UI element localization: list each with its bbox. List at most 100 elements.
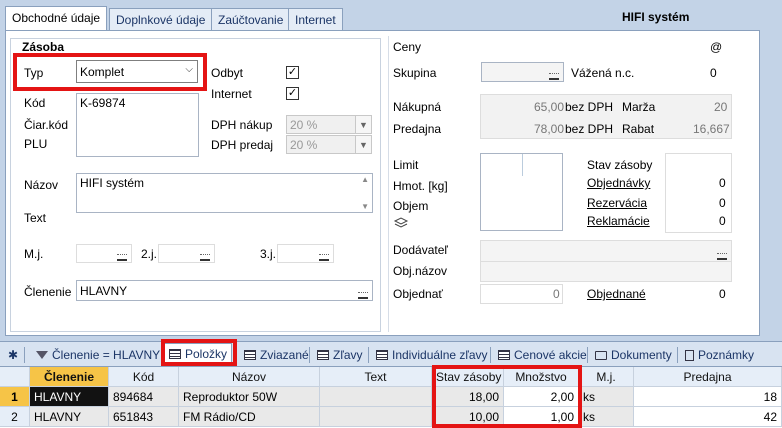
tab-individualne-zlavy[interactable]: Individuálne zľavy	[372, 345, 492, 365]
lookup-icon[interactable]	[355, 282, 371, 299]
rezervacia-link[interactable]: Rezervácia	[587, 196, 647, 210]
dph-predaj-select[interactable]: 20 % ▼	[286, 135, 372, 154]
dph-nakup-select[interactable]: 20 % ▼	[286, 115, 372, 134]
typ-label: Typ	[24, 66, 44, 80]
table-cell[interactable]: ks	[579, 407, 634, 427]
obj-nazov-label: Obj.názov	[393, 264, 448, 278]
stack-icon[interactable]	[393, 217, 409, 229]
lookup-icon[interactable]	[316, 246, 332, 261]
tab-internet[interactable]: Internet	[288, 8, 343, 30]
table-cell[interactable]: ks	[579, 387, 634, 407]
bez-dph-nakupna: bez DPH	[565, 100, 614, 114]
reklamacie-link[interactable]: Reklamácie	[587, 214, 650, 228]
folder-icon	[595, 351, 607, 360]
objednane-link[interactable]: Objednané	[587, 287, 646, 301]
star-icon: ✱	[8, 348, 19, 362]
tab-label: Položky	[185, 347, 228, 361]
table-cell[interactable]: 18	[634, 387, 782, 407]
table-cell[interactable]: 10,00	[432, 407, 504, 427]
mj2-field[interactable]	[158, 244, 215, 263]
table-cell[interactable]: Reproduktor 50W	[179, 387, 320, 407]
table-cell[interactable]: 651843	[109, 407, 179, 427]
tab-label: Zľavy	[333, 348, 363, 362]
objednavky-value: 0	[719, 176, 726, 190]
tab-zviazane[interactable]: Zviazané	[240, 345, 313, 365]
skupina-label: Skupina	[393, 66, 437, 80]
objednavky-link[interactable]: Objednávky	[587, 176, 650, 190]
lookup-icon[interactable]	[197, 246, 213, 261]
clenenie-field[interactable]: HLAVNY	[76, 280, 373, 301]
tab-doplnkove-udaje[interactable]: Doplnkové údaje	[109, 8, 213, 30]
table-cell[interactable]: 2,00	[504, 387, 579, 407]
column-header-kod[interactable]: Kód	[109, 367, 179, 387]
tab-label: Dokumenty	[611, 348, 672, 362]
skupina-field[interactable]	[481, 62, 564, 82]
table-cell[interactable]: 18,00	[432, 387, 504, 407]
tab-dokumenty[interactable]: Dokumenty	[591, 345, 676, 365]
predajna-value: 78,00	[534, 122, 565, 136]
table-cell[interactable]: 42	[634, 407, 782, 427]
scroll-down-icon[interactable]: ▼	[361, 202, 369, 211]
tab-label: Zviazané	[260, 348, 309, 362]
tab-obchodne-udaje[interactable]: Obchodné údaje	[5, 6, 108, 30]
limit-field[interactable]	[480, 153, 563, 231]
rezervacia-value: 0	[719, 196, 726, 210]
tab-cenove-akcie[interactable]: Cenové akcie	[494, 345, 591, 365]
table-cell[interactable]: 1,00	[504, 407, 579, 427]
row-number[interactable]: 1	[0, 387, 30, 407]
lookup-icon[interactable]	[546, 64, 562, 80]
new-record-button[interactable]: ✱	[4, 345, 22, 365]
odbyt-checkbox[interactable]: ✓	[286, 66, 299, 79]
kod-label: Kód	[24, 96, 46, 110]
lookup-icon[interactable]	[714, 242, 730, 260]
dph-predaj-value: 20 %	[290, 138, 318, 152]
table-cell[interactable]: 894684	[109, 387, 179, 407]
table-cell[interactable]	[320, 407, 432, 427]
table-cell[interactable]: FM Rádio/CD	[179, 407, 320, 427]
stav-zasoby-label: Stav zásoby	[587, 158, 653, 172]
table-cell[interactable]	[320, 387, 432, 407]
column-header-clenenie[interactable]: Členenie	[30, 367, 109, 387]
dodavatel-field[interactable]	[480, 240, 732, 282]
column-header-text[interactable]: Text	[320, 367, 432, 387]
vazena-nc-value: 0	[710, 66, 717, 80]
document-icon	[685, 350, 694, 361]
internet-checkbox[interactable]: ✓	[286, 87, 299, 100]
mj-field[interactable]	[76, 244, 132, 263]
table-cell[interactable]: HLAVNY	[30, 387, 109, 407]
hmot-label: Hmot. [kg]	[393, 179, 448, 193]
typ-value: Komplet	[80, 65, 125, 79]
column-header-mj[interactable]: M.j.	[579, 367, 634, 387]
column-header-nazov[interactable]: Názov	[179, 367, 320, 387]
tab-zauctovanie[interactable]: Zaúčtovanie	[211, 8, 291, 30]
plu-label: PLU	[24, 137, 48, 151]
lookup-icon[interactable]	[114, 246, 130, 261]
column-header-mnozstvo[interactable]: Množstvo	[504, 367, 579, 387]
tab-separator	[490, 347, 491, 363]
scroll-up-icon[interactable]: ▲	[361, 175, 369, 184]
nakupna-label: Nákupná	[393, 100, 442, 114]
mj3-field[interactable]	[277, 244, 334, 263]
table-cell[interactable]: HLAVNY	[30, 407, 109, 427]
tab-poznamky[interactable]: Poznámky	[681, 345, 758, 365]
objednane-value: 0	[719, 287, 726, 301]
objednat-field[interactable]	[480, 284, 563, 304]
list-icon	[244, 350, 256, 360]
item-title: HIFI systém	[622, 10, 690, 24]
tab-zlavy[interactable]: Zľavy	[313, 345, 367, 365]
at-label: @	[710, 40, 723, 54]
column-header-predajna[interactable]: Predajna	[634, 367, 782, 387]
list-icon	[376, 350, 388, 360]
typ-select[interactable]: Komplet ⌵	[76, 60, 198, 83]
nazov-field[interactable]: HIFI systém ▲ ▼	[76, 173, 373, 213]
chevron-down-icon: ▼	[355, 136, 371, 153]
row-number[interactable]: 2	[0, 407, 30, 427]
filter-icon	[36, 351, 48, 359]
kod-field[interactable]: K-69874	[76, 93, 199, 157]
tab-polozky[interactable]: Položky	[164, 343, 233, 365]
zasoba-section-title: Zásoba	[22, 40, 65, 54]
column-header-stav-zasoby[interactable]: Stav zásoby	[432, 367, 504, 387]
tab-filter[interactable]: Členenie = HLAVNY	[32, 345, 164, 365]
objem-label: Objem	[393, 199, 429, 213]
marza-label: Marža	[622, 100, 656, 114]
